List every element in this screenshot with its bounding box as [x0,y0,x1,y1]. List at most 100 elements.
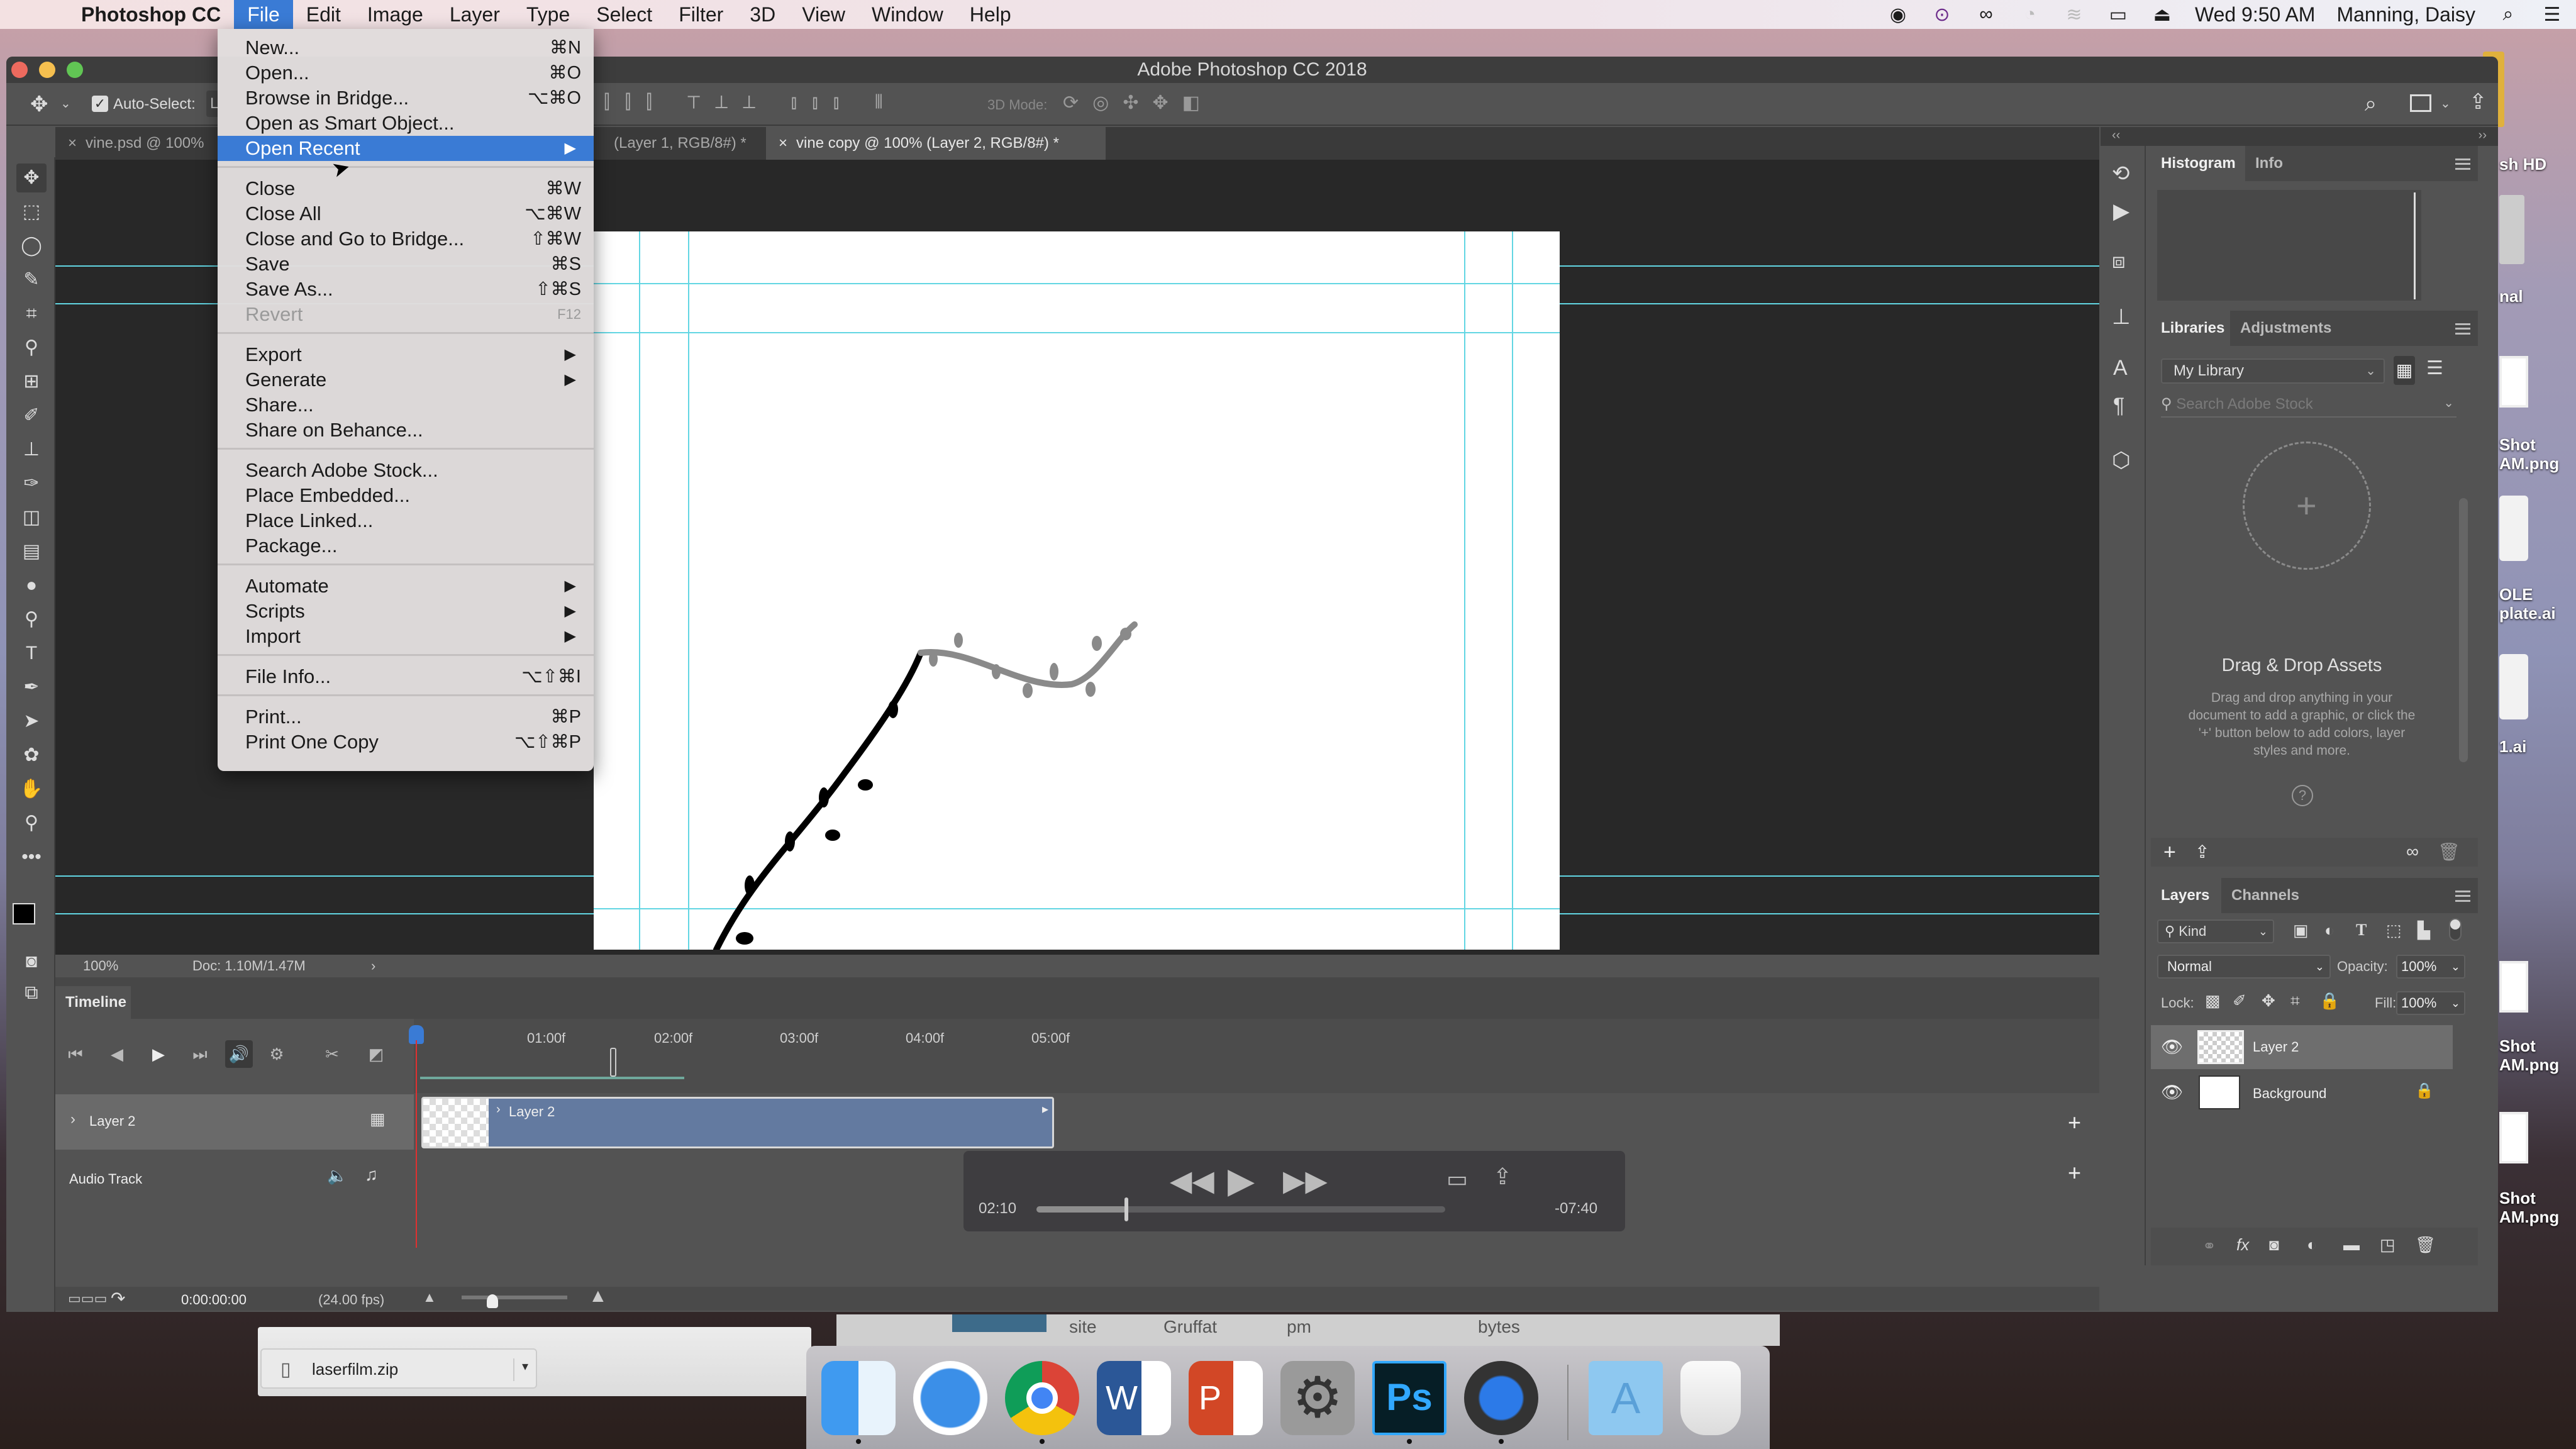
crop-tool-icon[interactable]: ⌗ [16,299,47,328]
dock-finder-icon[interactable] [821,1361,896,1435]
dock-applications-folder-icon[interactable]: A [1589,1361,1663,1435]
layer-name[interactable]: Background [2253,1085,2326,1102]
layer-lock-icon[interactable]: 🔒 [2415,1082,2434,1100]
wifi-icon[interactable]: ≋ [2063,3,2085,26]
layer-filter-select[interactable]: ⚲ Kind ⌄ [2157,919,2274,943]
desktop-label-drive[interactable]: sh HD [2499,155,2546,174]
frame-animation-icon[interactable]: ▭▭▭ [68,1291,107,1307]
user-name[interactable]: Manning, Daisy [2336,3,2475,26]
zoom-out-timeline-icon[interactable]: ▲ [423,1289,436,1306]
stamp-tool-icon[interactable]: ⊥ [16,435,47,464]
menu-image[interactable]: Image [354,0,436,29]
zoom-window-button[interactable] [67,62,83,78]
align-buttons-group[interactable]: ⫿⫿⫿ ⊤⊥⊥ ⫾⫾⫾ ⦀ [604,92,898,113]
add-media-button[interactable]: + [2068,1109,2081,1136]
desktop-label-6[interactable]: Shot AM.png [2499,1189,2559,1226]
character-panel-icon[interactable]: A [2113,356,2128,380]
dock-word-icon[interactable]: W [1097,1361,1171,1435]
menu-help[interactable]: Help [957,0,1024,29]
filter-pixel-icon[interactable]: ▣ [2293,921,2309,940]
zoom-in-timeline-icon[interactable]: ▲ [589,1285,608,1307]
3d-panel-icon[interactable]: ⧈ [2112,249,2126,274]
tab-libraries[interactable]: Libraries [2151,311,2230,346]
menu-item-place-linked[interactable]: Place Linked... [218,508,594,533]
clock[interactable]: Wed 9:50 AM [2195,3,2316,26]
clip-menu-icon[interactable]: ▸ [1042,1101,1048,1117]
tab-adjustments[interactable]: Adjustments [2230,311,2331,346]
layer-row[interactable]: 👁 Layer 2 [2151,1025,2453,1069]
time-machine-icon[interactable]: ◔ [2019,3,2041,26]
drive-icon[interactable] [2499,195,2524,264]
layer-style-fx-icon[interactable]: fx [2236,1235,2249,1255]
screen-record-icon[interactable]: ◉ [1887,3,1909,26]
filter-type-icon[interactable]: T [2356,921,2367,940]
mute-audio-icon[interactable]: 🔊 [225,1040,253,1068]
blend-mode-select[interactable]: Normal ⌄ [2157,955,2331,979]
player-play-icon[interactable]: ▶ [1228,1160,1255,1201]
lock-position-icon[interactable]: ✥ [2262,991,2275,1011]
delete-icon[interactable]: 🗑 [2438,841,2460,862]
apple-menu-icon[interactable] [28,3,50,26]
link-layers-icon[interactable]: ⚭ [2202,1236,2216,1256]
creative-cloud-icon[interactable]: ∞ [1975,3,1997,26]
work-area-end-handle[interactable] [610,1048,616,1077]
gradient-tool-icon[interactable]: ▤ [16,537,47,566]
menu-item-package[interactable]: Package... [218,533,594,558]
tab-vine-psd[interactable]: × vine.psd @ 100% [55,127,219,160]
path-select-tool-icon[interactable]: ➤ [16,707,47,736]
menu-item-generate[interactable]: Generate ▶ [218,367,594,392]
dock-safari-icon[interactable] [913,1361,987,1435]
more-tools-icon[interactable]: ••• [16,843,47,872]
history-panel-icon[interactable]: ⟲ [2112,161,2130,186]
lock-image-icon[interactable]: ✐ [2233,991,2246,1011]
delete-layer-icon[interactable]: 🗑 [2415,1235,2436,1255]
foreground-color-swatch[interactable] [13,903,35,924]
desktop-label-1[interactable]: nal [2499,287,2523,306]
menu-item-file-info[interactable]: File Info... ⌥⇧⌘I [218,664,594,689]
close-window-button[interactable] [11,62,28,78]
dock-chrome-icon[interactable] [1005,1361,1079,1435]
video-clip-layer2[interactable]: › Layer 2 ▸ [421,1097,1054,1148]
collapse-panels-icon[interactable]: ‹‹ [2112,128,2120,143]
tab-layers[interactable]: Layers [2151,878,2221,913]
menu-item-share-on-behance[interactable]: Share on Behance... [218,418,594,443]
split-at-playhead-icon[interactable]: ✂ [318,1040,346,1068]
current-timecode[interactable]: 0:00:00:00 [181,1292,247,1308]
desktop-ai-file-icon[interactable] [2499,496,2528,561]
download-item[interactable]: ▯ laserfilm.zip ▾ [260,1348,537,1389]
upload-icon[interactable]: ⇪ [2195,841,2209,862]
pen-tool-icon[interactable]: ✒ [16,673,47,702]
desktop-label-4[interactable]: 1.ai [2499,737,2526,757]
menu-view[interactable]: View [789,0,858,29]
status-menu-chevron-icon[interactable]: › [371,955,375,977]
screen-mode-icon[interactable]: ⧉ [16,979,47,1008]
libraries-scrollbar[interactable] [2459,498,2468,762]
next-frame-icon[interactable]: ⏭ [186,1040,214,1068]
filter-adjustment-icon[interactable]: ◐ [2324,921,2334,940]
menu-item-import[interactable]: Import ▶ [218,624,594,649]
lasso-tool-icon[interactable]: ◯ [16,231,47,260]
menu-item-open-recent[interactable]: Open Recent ▶ [218,136,594,161]
spotlight-icon[interactable]: ⌕ [2497,3,2519,26]
track-header-audio[interactable]: Audio Track 🔈 ♫ [55,1152,414,1204]
drop-zone-circle[interactable]: + [2243,441,2371,570]
menu-item-close-all[interactable]: Close All ⌥⌘W [218,201,594,226]
visibility-eye-icon[interactable]: 👁 [2161,1036,2184,1057]
menu-app-name[interactable]: Photoshop CC [68,0,234,29]
audio-mute-icon[interactable]: 🔈 [327,1166,347,1185]
menu-item-automate[interactable]: Automate ▶ [218,574,594,599]
actions-panel-icon[interactable]: ▶ [2113,199,2129,224]
library-select[interactable]: My Library ⌄ [2161,358,2385,384]
libraries-panel-menu-icon[interactable] [2455,323,2470,335]
new-group-icon[interactable]: ▬ [2343,1235,2360,1255]
menu-item-search-adobe-stock[interactable]: Search Adobe Stock... [218,458,594,483]
dock-powerpoint-icon[interactable]: P [1189,1361,1263,1435]
search-icon[interactable]: ⌕ [2365,92,2377,116]
previous-frame-icon[interactable]: ◀ [103,1040,131,1068]
3d-object-icon[interactable]: ⬡ [2112,448,2131,473]
list-view-icon[interactable]: ☰ [2426,357,2443,379]
share-icon[interactable]: ⇪ [2469,89,2487,114]
zoom-tool-icon[interactable]: ⚲ [16,809,47,838]
menu-item-print[interactable]: Print... ⌘P [218,704,594,730]
play-icon[interactable]: ▶ [145,1040,172,1068]
